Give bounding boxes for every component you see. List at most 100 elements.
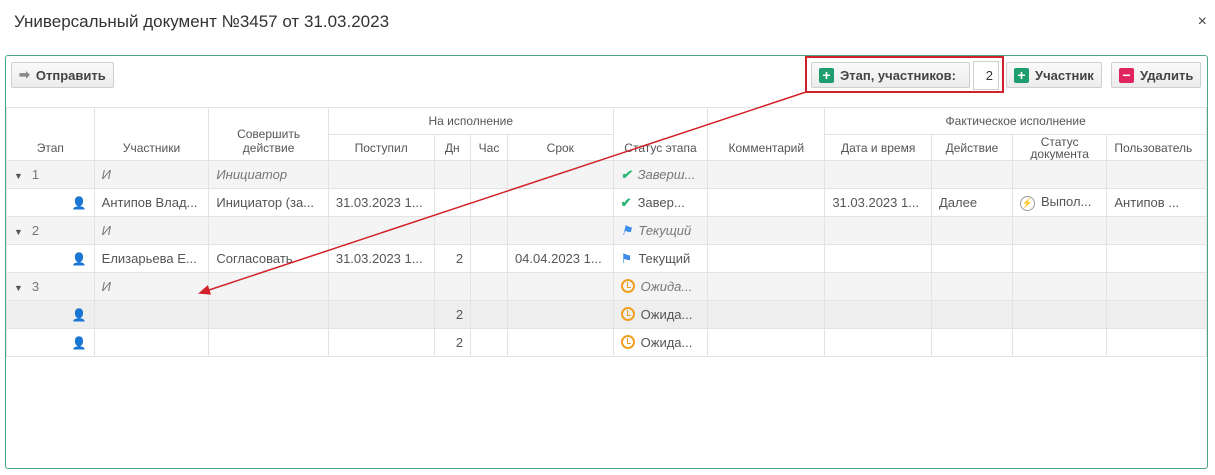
deadline-cell[interactable]: [506, 272, 614, 301]
received-cell[interactable]: [327, 216, 435, 245]
header-user[interactable]: Пользователь: [1106, 134, 1207, 161]
participant-row[interactable]: 👤 Елизарьева Е... Согласовать 31.03.2023…: [6, 244, 1207, 273]
received-cell[interactable]: [327, 300, 435, 329]
fact-action-cell[interactable]: [930, 160, 1013, 189]
datetime-cell[interactable]: [824, 216, 932, 245]
header-action[interactable]: Совершить действие: [208, 107, 329, 161]
action-cell[interactable]: Инициатор: [208, 160, 329, 189]
stage-row[interactable]: ▼ 1 И Инициатор ✔ Заверш...: [6, 160, 1207, 189]
doc-status-cell[interactable]: [1011, 328, 1108, 357]
days-cell[interactable]: 2: [433, 244, 472, 273]
participant-cell[interactable]: И: [93, 160, 210, 189]
datetime-cell[interactable]: 31.03.2023 1...: [824, 188, 932, 217]
participant-cell[interactable]: [93, 328, 210, 357]
status-cell[interactable]: Ожида...: [612, 328, 709, 357]
action-cell[interactable]: [208, 272, 329, 301]
caret-down-icon[interactable]: ▼: [14, 171, 23, 181]
action-cell[interactable]: Инициатор (за...: [208, 188, 329, 217]
user-cell[interactable]: [1106, 328, 1207, 357]
hours-cell[interactable]: [470, 160, 508, 189]
stage-cell[interactable]: ▼ 2: [6, 216, 95, 245]
status-cell[interactable]: ⚑ Текущий: [612, 216, 709, 245]
hours-cell[interactable]: [470, 244, 508, 273]
fact-action-cell[interactable]: [930, 300, 1013, 329]
add-stage-button[interactable]: + Этап, участников:: [811, 62, 970, 88]
received-cell[interactable]: [327, 160, 435, 189]
action-cell[interactable]: [208, 300, 329, 329]
stage-cell[interactable]: ▼ 1: [6, 160, 95, 189]
days-cell[interactable]: [433, 272, 472, 301]
user-cell[interactable]: [1106, 272, 1207, 301]
doc-status-cell[interactable]: ⚡ Выпол...: [1011, 188, 1108, 217]
received-cell[interactable]: [327, 272, 435, 301]
header-hours[interactable]: Час: [470, 134, 508, 161]
status-cell[interactable]: Ожида...: [612, 272, 709, 301]
days-cell[interactable]: 2: [433, 300, 472, 329]
days-cell[interactable]: [433, 216, 472, 245]
doc-status-cell[interactable]: [1011, 300, 1108, 329]
doc-status-cell[interactable]: [1011, 244, 1108, 273]
comment-cell[interactable]: [707, 272, 826, 301]
send-button[interactable]: ➡ Отправить: [11, 62, 114, 88]
fact-action-cell[interactable]: [930, 328, 1013, 357]
action-cell[interactable]: Согласовать: [208, 244, 329, 273]
add-participant-button[interactable]: + Участник: [1006, 62, 1102, 88]
doc-status-cell[interactable]: [1011, 272, 1108, 301]
participant-cell[interactable]: И: [93, 272, 210, 301]
deadline-cell[interactable]: [506, 300, 614, 329]
user-cell[interactable]: [1106, 216, 1207, 245]
hours-cell[interactable]: [470, 272, 508, 301]
comment-cell[interactable]: [707, 300, 826, 329]
header-stage[interactable]: Этап: [6, 107, 95, 161]
person-cell[interactable]: 👤: [6, 244, 95, 273]
participant-cell[interactable]: [93, 300, 210, 329]
participant-cell[interactable]: Антипов Влад...: [93, 188, 210, 217]
hours-cell[interactable]: [470, 300, 508, 329]
fact-action-cell[interactable]: [930, 272, 1013, 301]
doc-status-cell[interactable]: [1011, 160, 1108, 189]
person-cell[interactable]: 👤: [6, 188, 95, 217]
comment-cell[interactable]: [707, 216, 826, 245]
header-doc-status[interactable]: Статус документа: [1011, 134, 1108, 161]
delete-button[interactable]: − Удалить: [1111, 62, 1202, 88]
received-cell[interactable]: [327, 328, 435, 357]
received-cell[interactable]: 31.03.2023 1...: [327, 188, 435, 217]
deadline-cell[interactable]: [506, 160, 614, 189]
hours-cell[interactable]: [470, 188, 508, 217]
header-comment[interactable]: Комментарий: [707, 107, 826, 161]
days-cell[interactable]: 2: [433, 328, 472, 357]
stage-row[interactable]: ▼ 3 И Ожида...: [6, 272, 1207, 301]
close-icon[interactable]: ×: [1198, 13, 1207, 31]
action-cell[interactable]: [208, 216, 329, 245]
deadline-cell[interactable]: 04.04.2023 1...: [506, 244, 614, 273]
comment-cell[interactable]: [707, 160, 826, 189]
stage-cell[interactable]: ▼ 3: [6, 272, 95, 301]
days-cell[interactable]: [433, 188, 472, 217]
participant-row[interactable]: 👤 2 Ожида...: [6, 328, 1207, 357]
hours-cell[interactable]: [470, 216, 508, 245]
participants-count-input[interactable]: 2: [973, 61, 999, 90]
user-cell[interactable]: [1106, 300, 1207, 329]
status-cell[interactable]: Ожида...: [612, 300, 709, 329]
header-days[interactable]: Дн: [433, 134, 472, 161]
doc-status-cell[interactable]: [1011, 216, 1108, 245]
user-cell[interactable]: [1106, 160, 1207, 189]
fact-action-cell[interactable]: [930, 244, 1013, 273]
datetime-cell[interactable]: [824, 244, 932, 273]
fact-action-cell[interactable]: [930, 216, 1013, 245]
participant-row[interactable]: 👤 2 Ожида...: [6, 300, 1207, 329]
caret-down-icon[interactable]: ▼: [14, 227, 23, 237]
status-cell[interactable]: ✔ Заверш...: [612, 160, 709, 189]
header-received[interactable]: Поступил: [327, 134, 435, 161]
datetime-cell[interactable]: [824, 160, 932, 189]
fact-action-cell[interactable]: Далее: [930, 188, 1013, 217]
action-cell[interactable]: [208, 328, 329, 357]
comment-cell[interactable]: [707, 244, 826, 273]
datetime-cell[interactable]: [824, 300, 932, 329]
header-stage-status[interactable]: Статус этапа: [612, 107, 709, 161]
received-cell[interactable]: 31.03.2023 1...: [327, 244, 435, 273]
datetime-cell[interactable]: [824, 272, 932, 301]
person-cell[interactable]: 👤: [6, 300, 95, 329]
datetime-cell[interactable]: [824, 328, 932, 357]
participant-cell[interactable]: Елизарьева Е...: [93, 244, 210, 273]
